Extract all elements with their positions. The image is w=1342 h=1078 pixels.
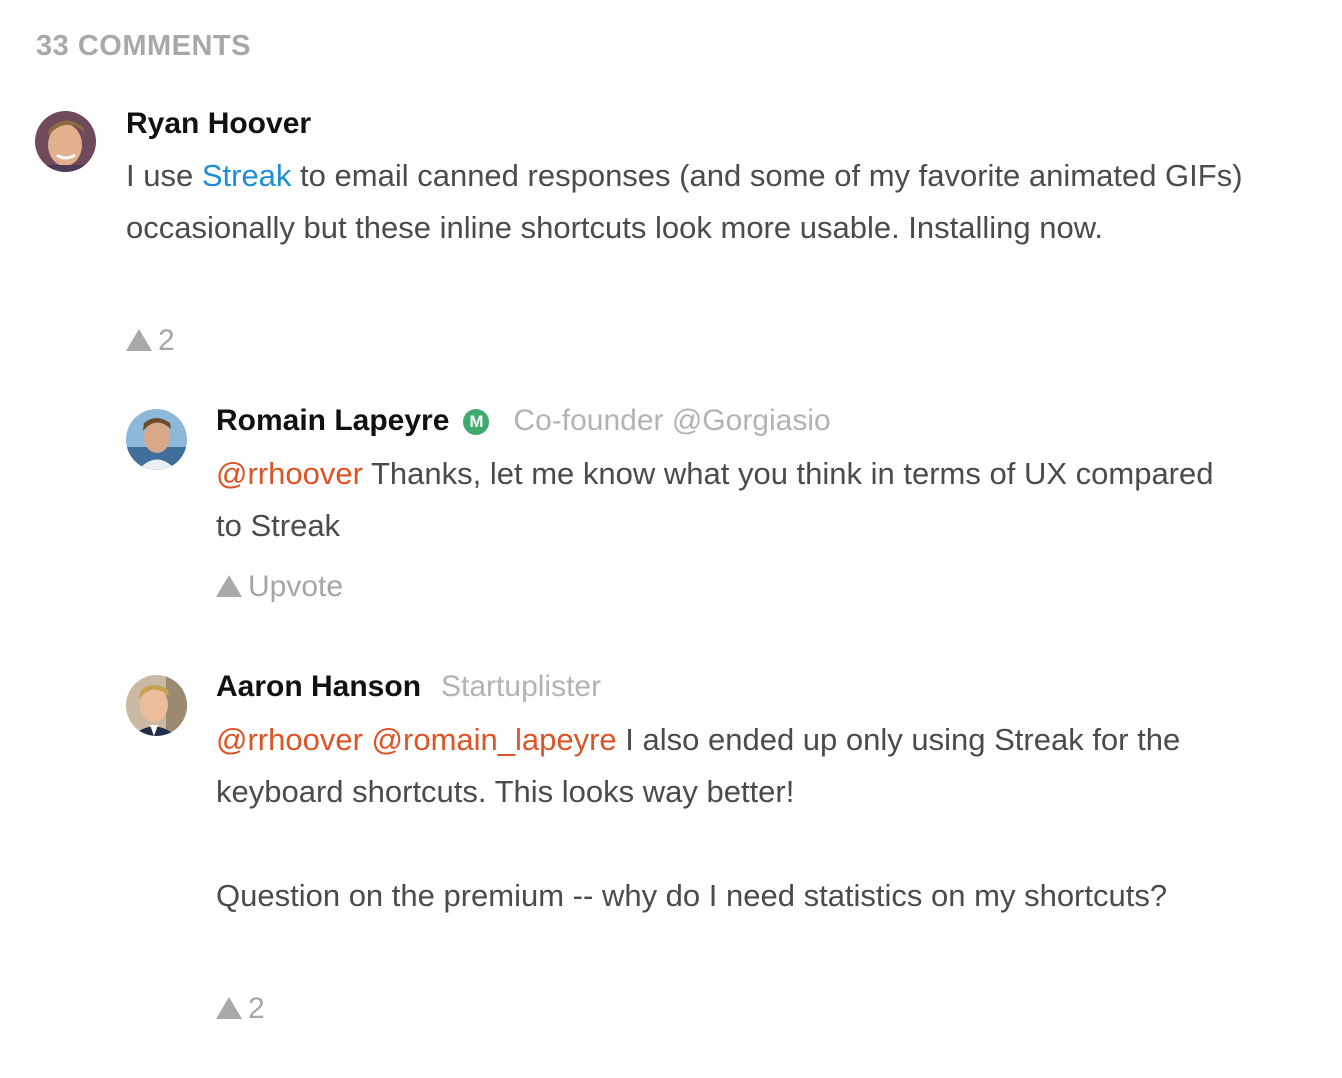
avatar[interactable] [126, 409, 187, 470]
comment-body: @rrhoover @romain_lapeyre I also ended u… [216, 714, 1276, 922]
mention-link[interactable]: @rrhoover [216, 456, 363, 491]
comments-count: 33 COMMENTS [36, 30, 251, 62]
avatar[interactable] [35, 111, 96, 172]
upvote-triangle-icon [216, 997, 242, 1019]
maker-badge-icon: M [463, 409, 490, 435]
vote-count: 2 [248, 992, 265, 1025]
upvote-label: Upvote [248, 570, 344, 603]
upvote-triangle-icon [216, 575, 242, 597]
streak-link[interactable]: Streak [202, 158, 292, 193]
author-headline: Co-founder @Gorgiasio [513, 404, 831, 437]
upvote-button[interactable]: 2 [216, 991, 265, 1027]
comment-paragraph: Question on the premium -- why do I need… [216, 878, 1168, 913]
avatar[interactable] [126, 675, 187, 736]
upvote-button[interactable]: Upvote [216, 569, 343, 605]
comment-body: I use Streak to email canned responses (… [126, 158, 1243, 245]
mention-link[interactable]: @romain_lapeyre [372, 722, 617, 757]
comment-body: @rrhoover Thanks, let me know what you t… [216, 456, 1214, 543]
vote-count: 2 [158, 324, 175, 357]
upvote-triangle-icon [126, 329, 152, 351]
author-headline: Startuplister [441, 670, 602, 703]
mention-link[interactable]: @rrhoover [216, 722, 363, 757]
author-name[interactable]: Romain Lapeyre [216, 404, 449, 437]
author-name[interactable]: Aaron Hanson [216, 670, 421, 703]
author-name[interactable]: Ryan Hoover [126, 107, 311, 140]
upvote-button[interactable]: 2 [126, 323, 175, 359]
